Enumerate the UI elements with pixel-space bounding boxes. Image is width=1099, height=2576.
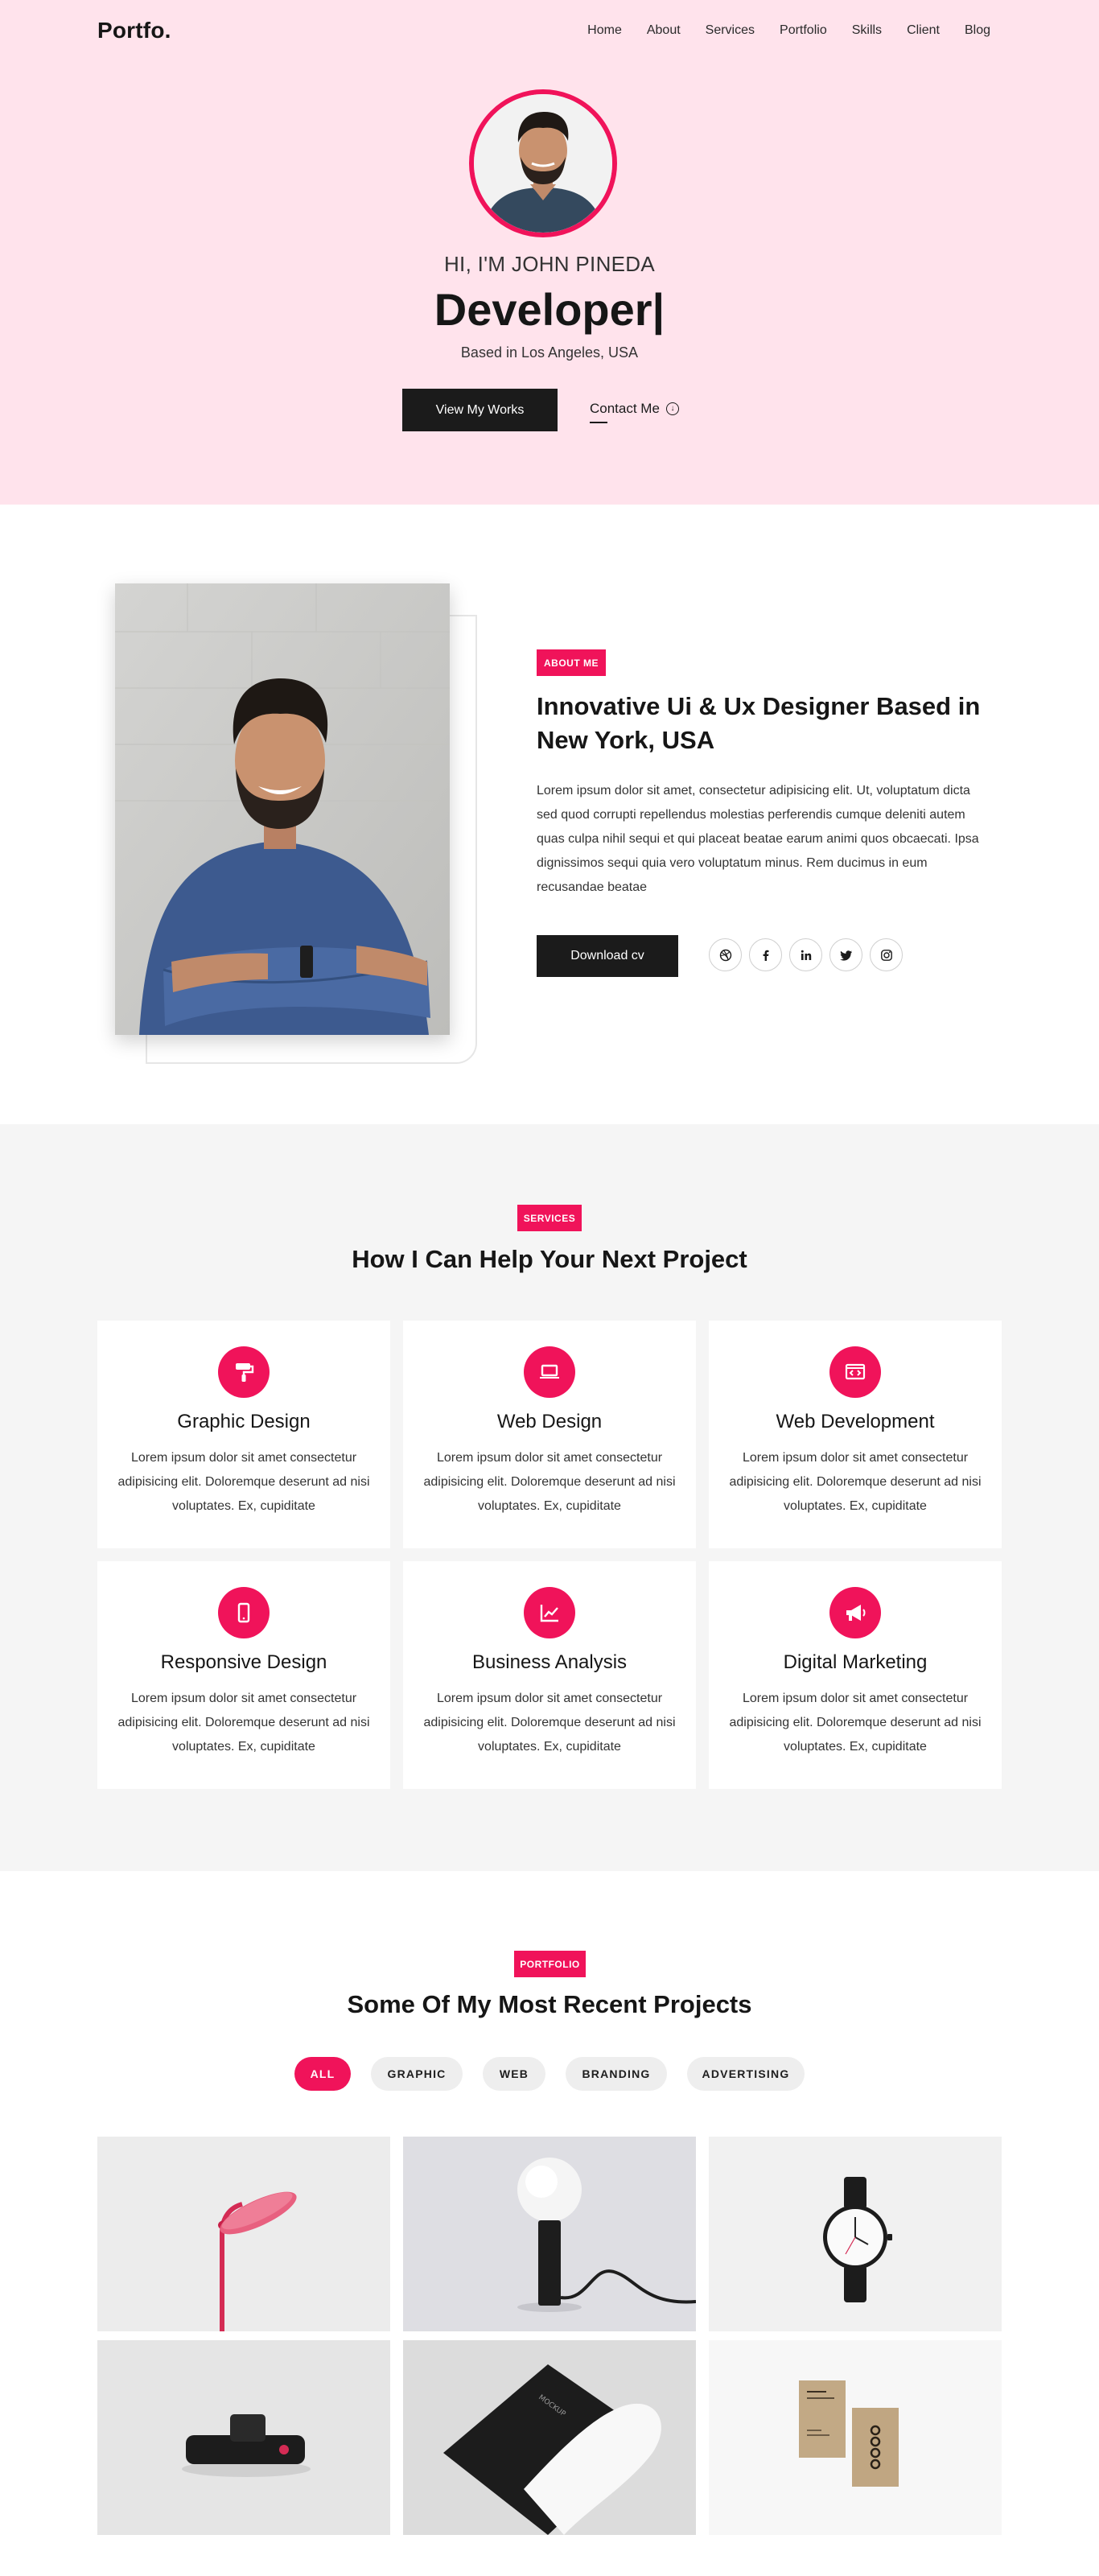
project-tile-folded-paper[interactable]: MOCKUP — [403, 2340, 696, 2535]
twitter-icon[interactable] — [829, 938, 862, 971]
nav-item-home[interactable]: Home — [587, 23, 622, 38]
portfolio-title: Some Of My Most Recent Projects — [347, 1990, 752, 2018]
arrow-down-circle-icon: ↓ — [665, 402, 679, 415]
dribbble-icon[interactable] — [709, 938, 742, 971]
service-title: Web Development — [776, 1411, 935, 1432]
nav-menu: Home About Services Portfolio Skills Cli… — [587, 23, 990, 38]
filter-web[interactable]: WEB — [483, 2057, 545, 2091]
service-text: Lorem ipsum dolor sit amet consectetur a… — [117, 1451, 370, 1513]
contact-me-label: Contact Me — [590, 401, 660, 416]
services-tag: SERVICES — [517, 1205, 582, 1231]
service-card: Responsive Design Lorem ipsum dolor sit … — [97, 1561, 390, 1789]
social-links — [709, 938, 903, 971]
instagram-icon[interactable] — [870, 938, 903, 971]
view-works-button[interactable]: View My Works — [402, 389, 558, 431]
service-card: Graphic Design Lorem ipsum dolor sit ame… — [97, 1321, 390, 1548]
contact-me-link[interactable]: Contact Me ↓ — [590, 401, 679, 417]
service-title: Graphic Design — [177, 1411, 311, 1432]
service-card: Business Analysis Lorem ipsum dolor sit … — [403, 1561, 696, 1789]
download-cv-button[interactable]: Download cv — [537, 935, 678, 977]
nav-item-blog[interactable]: Blog — [965, 23, 990, 38]
logo[interactable]: Portfo. — [97, 18, 171, 43]
mobile-icon — [218, 1587, 270, 1638]
nav-item-skills[interactable]: Skills — [852, 23, 882, 38]
nav-item-portfolio[interactable]: Portfolio — [780, 23, 827, 38]
code-window-icon — [829, 1346, 881, 1398]
portfolio-tag: PORTFOLIO — [514, 1951, 586, 1977]
hero-section: Portfo. Home About Services Portfolio Sk… — [0, 0, 1099, 505]
hero-avatar — [469, 89, 617, 237]
service-text: Lorem ipsum dolor sit amet consectetur a… — [423, 1692, 676, 1754]
services-section: SERVICES How I Can Help Your Next Projec… — [0, 1124, 1099, 1871]
service-card: Web Development Lorem ipsum dolor sit am… — [709, 1321, 1002, 1548]
project-tile-wristwatch[interactable] — [709, 2137, 1002, 2331]
hero-location: Based in Los Angeles, USA — [460, 344, 639, 361]
project-tile-pink-lamp[interactable] — [97, 2137, 390, 2331]
service-title: Responsive Design — [160, 1651, 327, 1673]
about-title: Innovative Ui & Ux Designer Based in New… — [537, 692, 981, 754]
portfolio-section: PORTFOLIO Some Of My Most Recent Project… — [0, 1871, 1099, 2576]
linkedin-icon[interactable] — [789, 938, 822, 971]
project-tile-black-device[interactable] — [97, 2340, 390, 2535]
filter-advertising[interactable]: ADVERTISING — [687, 2057, 805, 2091]
megaphone-icon — [829, 1587, 881, 1638]
service-card: Digital Marketing Lorem ipsum dolor sit … — [709, 1561, 1002, 1789]
service-card: Web Design Lorem ipsum dolor sit amet co… — [403, 1321, 696, 1548]
filter-all[interactable]: ALL — [294, 2057, 351, 2091]
service-text: Lorem ipsum dolor sit amet consectetur a… — [729, 1692, 982, 1754]
service-text: Lorem ipsum dolor sit amet consectetur a… — [117, 1692, 370, 1754]
filter-branding[interactable]: BRANDING — [566, 2057, 667, 2091]
about-section: ABOUT ME Innovative Ui & Ux Designer Bas… — [0, 505, 1099, 1124]
nav-item-about[interactable]: About — [647, 23, 681, 38]
about-text: Lorem ipsum dolor sit amet, consectetur … — [537, 784, 979, 894]
about-tag: ABOUT ME — [537, 649, 606, 676]
service-title: Business Analysis — [471, 1651, 628, 1673]
service-text: Lorem ipsum dolor sit amet consectetur a… — [423, 1451, 676, 1513]
contact-underline — [590, 422, 607, 423]
hero-title: Developer| — [434, 284, 665, 335]
hero-greeting: HI, I'M JOHN PINEDA — [443, 252, 656, 276]
services-title: How I Can Help Your Next Project — [352, 1245, 747, 1273]
project-tile-globe-lamp[interactable] — [403, 2137, 696, 2331]
nav-item-client[interactable]: Client — [907, 23, 940, 38]
portfolio-filters: ALL GRAPHIC WEB BRANDING ADVERTISING — [0, 2057, 1099, 2091]
top-nav: Portfo. Home About Services Portfolio Sk… — [97, 16, 990, 48]
service-title: Digital Marketing — [783, 1651, 928, 1673]
laptop-icon — [524, 1346, 575, 1398]
about-photo — [115, 583, 450, 1035]
service-text: Lorem ipsum dolor sit amet consectetur a… — [729, 1451, 982, 1513]
chart-line-icon — [524, 1587, 575, 1638]
filter-graphic[interactable]: GRAPHIC — [371, 2057, 463, 2091]
project-tile-business-cards[interactable] — [709, 2340, 1002, 2535]
nav-item-services[interactable]: Services — [706, 23, 755, 38]
facebook-icon[interactable] — [749, 938, 782, 971]
paint-roller-icon — [218, 1346, 270, 1398]
service-title: Web Design — [496, 1411, 603, 1432]
